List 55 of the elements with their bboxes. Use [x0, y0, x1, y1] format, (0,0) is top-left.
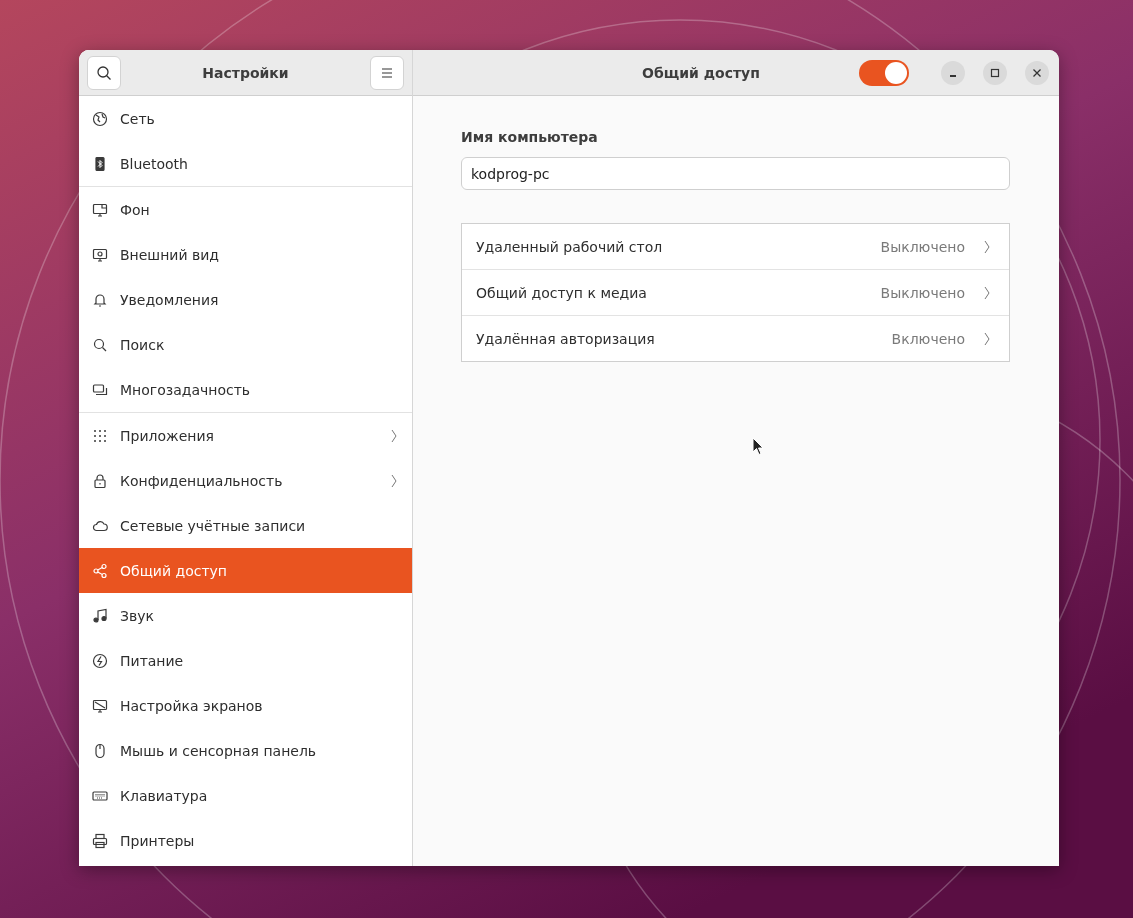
- sidebar-item[interactable]: Поиск: [79, 322, 412, 367]
- sidebar-item[interactable]: Многозадачность: [79, 367, 412, 412]
- maximize-button[interactable]: [983, 60, 1007, 85]
- status-text: Выключено: [880, 238, 965, 255]
- bell-icon: [92, 291, 108, 308]
- grid-icon: [92, 427, 108, 444]
- music-note-icon: [92, 607, 108, 624]
- sidebar-item[interactable]: Сетевые учётные записи: [79, 503, 412, 548]
- sidebar-item[interactable]: Общий доступ: [79, 548, 412, 593]
- sharing-toggle[interactable]: [859, 59, 909, 86]
- sidebar-item[interactable]: Сеть: [79, 96, 412, 141]
- lock-icon: [92, 472, 108, 489]
- search-button[interactable]: [87, 55, 121, 90]
- power-icon: [92, 652, 108, 669]
- chevron-icon: [983, 284, 991, 301]
- sidebar-item[interactable]: Принтеры: [79, 818, 412, 863]
- search-icon: [92, 336, 108, 353]
- page-title: Общий доступ: [641, 64, 761, 81]
- computer-name-field[interactable]: kodprog-pc: [461, 157, 1010, 190]
- sidebar-item[interactable]: Клавиатура: [79, 773, 412, 818]
- cursor-icon: [752, 437, 764, 456]
- field-label: Имя компьютера: [461, 129, 599, 145]
- sidebar-title: Настройки: [201, 64, 290, 81]
- minimize-icon: [948, 74, 958, 77]
- monitor-icon: [92, 201, 108, 218]
- mouse-icon: [92, 742, 108, 759]
- sidebar-item[interactable]: Мышь и сенсорная панель: [79, 728, 412, 773]
- printer-icon: [92, 832, 108, 849]
- monitor-icon: [92, 246, 108, 263]
- sidebar-item[interactable]: Bluetooth: [79, 141, 412, 186]
- sidebar-item[interactable]: Питание: [79, 638, 412, 683]
- sidebar-item[interactable]: Конфиденциальность: [79, 458, 412, 503]
- share-icon: [92, 562, 108, 579]
- windows-icon: [92, 381, 108, 398]
- chevron-icon: [983, 330, 991, 347]
- chevron-icon: [983, 238, 991, 255]
- search-icon: [96, 64, 112, 81]
- sidebar-item[interactable]: Приложения: [79, 413, 412, 458]
- maximize-icon: [990, 67, 1000, 78]
- settings-row[interactable]: Общий доступ к медиа Выключено: [462, 270, 1009, 316]
- status-text: Включено: [891, 330, 965, 347]
- bluetooth-icon: [92, 155, 108, 172]
- close-button[interactable]: [1025, 60, 1049, 85]
- sidebar-item[interactable]: Уведомления: [79, 277, 412, 322]
- close-icon: [1032, 67, 1042, 78]
- sidebar-item[interactable]: Настройка экранов: [79, 683, 412, 728]
- sidebar-item[interactable]: Звук: [79, 593, 412, 638]
- sidebar-item[interactable]: Внешний вид: [79, 232, 412, 277]
- display-icon: [92, 697, 108, 714]
- settings-row[interactable]: Удаленный рабочий стол Выключено: [462, 224, 1009, 270]
- settings-row[interactable]: Удалённая авторизация Включено: [462, 316, 1009, 361]
- globe-icon: [92, 110, 108, 127]
- sidebar-item[interactable]: Фон: [79, 187, 412, 232]
- menu-button[interactable]: [370, 55, 404, 90]
- status-text: Выключено: [880, 284, 965, 301]
